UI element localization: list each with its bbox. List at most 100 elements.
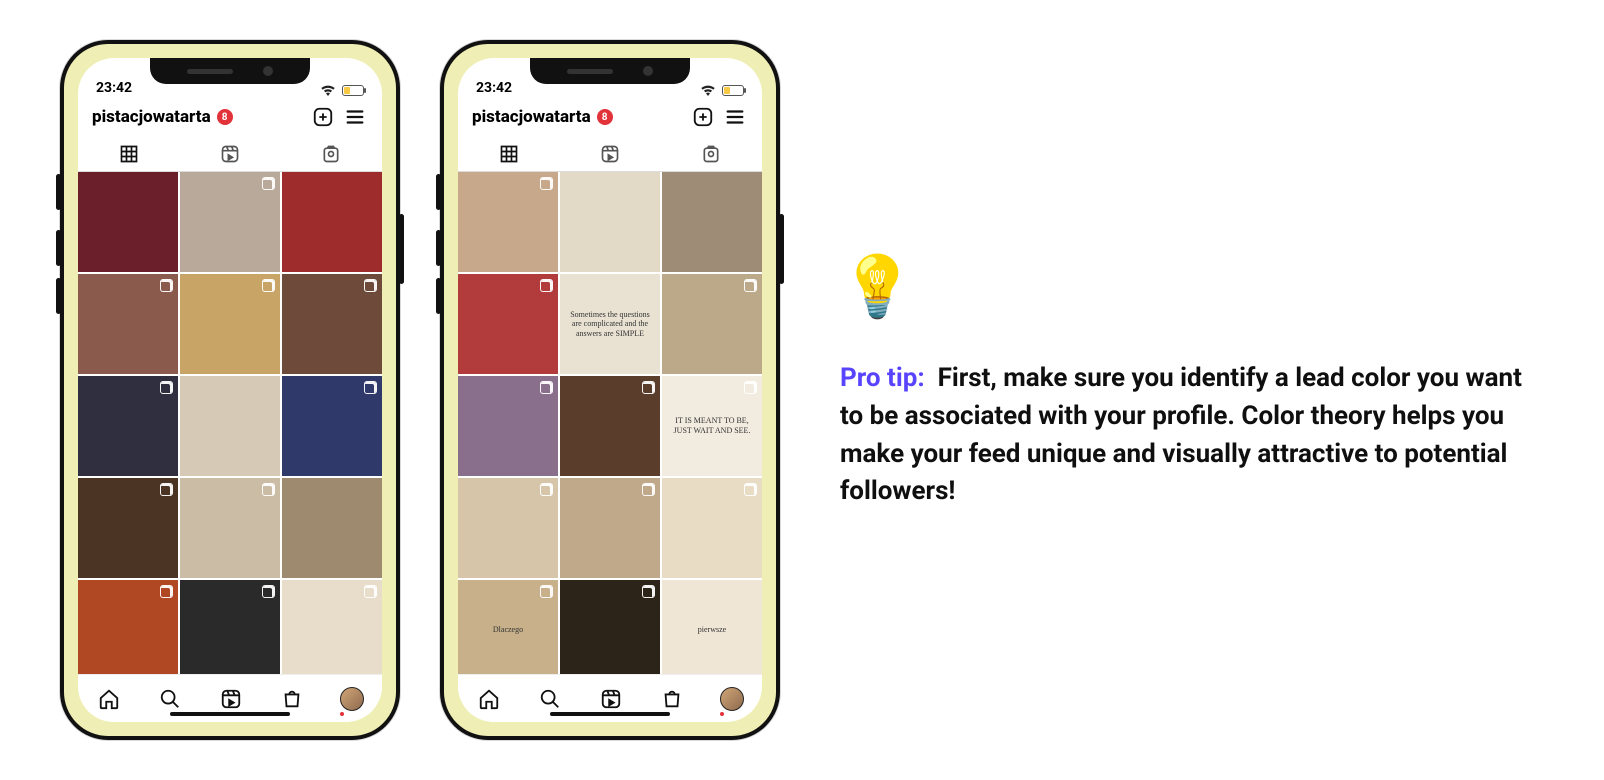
carousel-icon — [160, 483, 173, 496]
post-thumbnail[interactable] — [458, 478, 558, 578]
carousel-icon — [642, 585, 655, 598]
carousel-icon — [540, 177, 553, 190]
reels-icon[interactable] — [598, 686, 624, 712]
post-caption-overlay: Dlaczego — [458, 580, 558, 674]
grid-tab[interactable] — [496, 141, 522, 167]
phone-mockups: 23:42 pistacjowatarta 8 — [60, 40, 780, 740]
screen: 23:42 pistacjowatarta 8 — [78, 58, 382, 722]
posts-grid[interactable]: Sometimes the questions are complicated … — [458, 172, 762, 674]
carousel-icon — [642, 483, 655, 496]
shop-icon[interactable] — [659, 686, 685, 712]
post-thumbnail[interactable] — [560, 478, 660, 578]
profile-header: pistacjowatarta 8 — [458, 98, 762, 136]
status-time: 23:42 — [96, 80, 132, 96]
carousel-icon — [540, 279, 553, 292]
battery-icon — [342, 85, 364, 96]
post-thumbnail[interactable] — [560, 376, 660, 476]
carousel-icon — [540, 483, 553, 496]
post-thumbnail[interactable] — [458, 172, 558, 272]
post-thumbnail[interactable] — [282, 376, 382, 476]
carousel-icon — [744, 279, 757, 292]
tagged-tab[interactable] — [318, 141, 344, 167]
post-thumbnail[interactable]: IT IS MEANT TO BE, JUST WAIT AND SEE. — [662, 376, 762, 476]
screen: 23:42 pistacjowatarta 8 — [458, 58, 762, 722]
post-thumbnail[interactable] — [662, 478, 762, 578]
tip-text: First, make sure you identify a lead col… — [840, 363, 1522, 506]
post-thumbnail[interactable] — [560, 580, 660, 674]
post-thumbnail[interactable] — [180, 274, 280, 374]
search-icon[interactable] — [157, 686, 183, 712]
profile-avatar[interactable] — [720, 687, 744, 711]
notch — [150, 58, 310, 84]
post-thumbnail[interactable] — [78, 172, 178, 272]
profile-avatar[interactable] — [340, 687, 364, 711]
search-icon[interactable] — [537, 686, 563, 712]
notification-badge[interactable]: 8 — [597, 109, 613, 125]
post-caption-overlay: IT IS MEANT TO BE, JUST WAIT AND SEE. — [662, 376, 762, 476]
menu-button[interactable] — [342, 104, 368, 130]
status-time: 23:42 — [476, 80, 512, 96]
post-thumbnail[interactable] — [180, 172, 280, 272]
post-thumbnail[interactable] — [180, 376, 280, 476]
wifi-icon — [700, 84, 716, 96]
menu-button[interactable] — [722, 104, 748, 130]
carousel-icon — [364, 279, 377, 292]
post-thumbnail[interactable] — [282, 580, 382, 674]
post-thumbnail[interactable] — [78, 580, 178, 674]
reels-icon[interactable] — [218, 686, 244, 712]
shop-icon[interactable] — [279, 686, 305, 712]
reels-tab[interactable] — [597, 141, 623, 167]
post-caption-overlay: pierwsze — [662, 580, 762, 674]
grid-tab[interactable] — [116, 141, 142, 167]
post-thumbnail[interactable] — [180, 478, 280, 578]
tagged-tab[interactable] — [698, 141, 724, 167]
notification-badge[interactable]: 8 — [217, 109, 233, 125]
phone-left: 23:42 pistacjowatarta 8 — [60, 40, 400, 740]
create-post-button[interactable] — [690, 104, 716, 130]
carousel-icon — [262, 177, 275, 190]
profile-tabs — [78, 136, 382, 172]
home-icon[interactable] — [476, 686, 502, 712]
post-caption-overlay: Sometimes the questions are complicated … — [560, 274, 660, 374]
carousel-icon — [262, 279, 275, 292]
home-indicator[interactable] — [170, 712, 290, 716]
lightbulb-icon: 💡 — [840, 243, 1544, 330]
post-thumbnail[interactable]: pierwsze — [662, 580, 762, 674]
profile-tabs — [458, 136, 762, 172]
post-thumbnail[interactable] — [78, 376, 178, 476]
post-thumbnail[interactable] — [78, 274, 178, 374]
notification-dot-icon — [720, 712, 724, 716]
username[interactable]: pistacjowatarta — [92, 107, 211, 127]
profile-header: pistacjowatarta 8 — [78, 98, 382, 136]
post-thumbnail[interactable] — [282, 274, 382, 374]
carousel-icon — [364, 585, 377, 598]
wifi-icon — [320, 84, 336, 96]
home-icon[interactable] — [96, 686, 122, 712]
post-thumbnail[interactable] — [662, 274, 762, 374]
post-thumbnail[interactable] — [282, 172, 382, 272]
post-thumbnail[interactable] — [282, 478, 382, 578]
phone-right: 23:42 pistacjowatarta 8 — [440, 40, 780, 740]
username[interactable]: pistacjowatarta — [472, 107, 591, 127]
post-thumbnail[interactable]: Dlaczego — [458, 580, 558, 674]
carousel-icon — [160, 585, 173, 598]
posts-grid[interactable] — [78, 172, 382, 674]
carousel-icon — [540, 381, 553, 394]
post-thumbnail[interactable] — [458, 376, 558, 476]
create-post-button[interactable] — [310, 104, 336, 130]
home-indicator[interactable] — [550, 712, 670, 716]
notification-dot-icon — [340, 712, 344, 716]
carousel-icon — [160, 381, 173, 394]
post-thumbnail[interactable] — [458, 274, 558, 374]
carousel-icon — [364, 381, 377, 394]
carousel-icon — [744, 483, 757, 496]
battery-icon — [722, 85, 744, 96]
tip-paragraph: Pro tip: First, make sure you identify a… — [840, 360, 1544, 511]
post-thumbnail[interactable] — [662, 172, 762, 272]
carousel-icon — [262, 585, 275, 598]
post-thumbnail[interactable]: Sometimes the questions are complicated … — [560, 274, 660, 374]
post-thumbnail[interactable] — [180, 580, 280, 674]
reels-tab[interactable] — [217, 141, 243, 167]
post-thumbnail[interactable] — [78, 478, 178, 578]
post-thumbnail[interactable] — [560, 172, 660, 272]
